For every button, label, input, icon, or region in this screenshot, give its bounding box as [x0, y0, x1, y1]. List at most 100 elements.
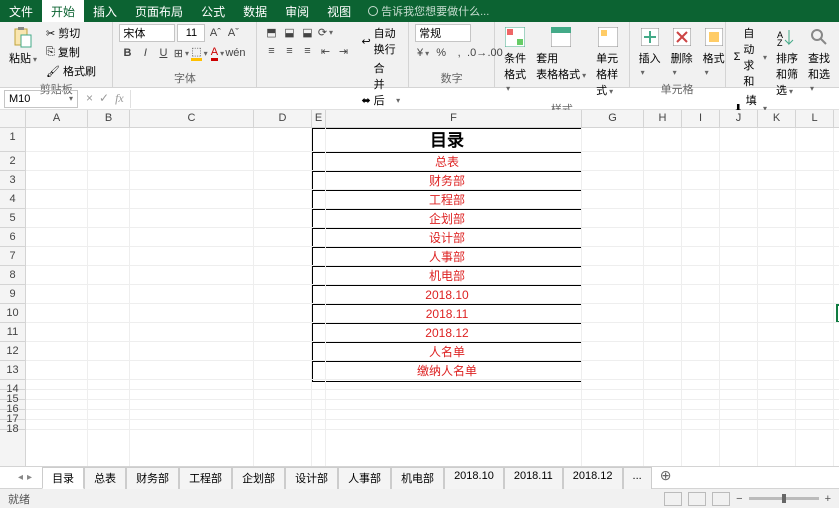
font-size-input[interactable]: [177, 24, 205, 42]
copy-button[interactable]: ⎘复制: [44, 43, 98, 61]
table-format-button[interactable]: 套用 表格格式: [533, 24, 589, 84]
cancel-formula-button[interactable]: ×: [86, 91, 93, 106]
col-header-H[interactable]: H: [644, 110, 682, 127]
col-header-B[interactable]: B: [88, 110, 130, 127]
col-header-G[interactable]: G: [582, 110, 644, 127]
col-header-I[interactable]: I: [682, 110, 720, 127]
row-header-17[interactable]: 17: [0, 410, 25, 420]
underline-button[interactable]: U: [155, 45, 171, 61]
find-select-button[interactable]: 查找和选: [805, 24, 833, 96]
align-left-button[interactable]: ≡: [263, 43, 279, 59]
row-header-3[interactable]: 3: [0, 171, 25, 190]
increase-font-button[interactable]: Aˆ: [207, 25, 223, 41]
zoom-in-button[interactable]: +: [825, 493, 831, 505]
sheet-tab-2018.12[interactable]: 2018.12: [563, 467, 623, 489]
row-header-1[interactable]: 1: [0, 128, 25, 152]
row-header-7[interactable]: 7: [0, 247, 25, 266]
align-bottom-button[interactable]: ⬓: [299, 24, 315, 40]
phonetic-button[interactable]: wén: [227, 45, 243, 61]
sheet-tab-2018.10[interactable]: 2018.10: [444, 467, 504, 489]
orientation-button[interactable]: ⟳: [317, 24, 333, 40]
row-header-18[interactable]: 18: [0, 420, 25, 430]
tab-first-button[interactable]: ◂: [18, 472, 23, 483]
align-right-button[interactable]: ≡: [299, 43, 315, 59]
tab-layout[interactable]: 页面布局: [126, 0, 192, 22]
fill-color-button[interactable]: ⬚: [191, 45, 207, 61]
grid-cells[interactable]: 目录总表财务部工程部企划部设计部人事部机电部2018.102018.112018…: [26, 128, 839, 466]
tell-me[interactable]: 告诉我您想要做什么...: [360, 0, 497, 22]
select-all-corner[interactable]: [0, 110, 26, 127]
comma-button[interactable]: ,: [451, 45, 467, 61]
cut-button[interactable]: ✂剪切: [44, 24, 98, 42]
col-header-L[interactable]: L: [796, 110, 834, 127]
view-break-button[interactable]: [712, 492, 730, 506]
col-header-C[interactable]: C: [130, 110, 254, 127]
row-header-13[interactable]: 13: [0, 361, 25, 380]
align-center-button[interactable]: ≡: [281, 43, 297, 59]
row-header-14[interactable]: 14: [0, 380, 25, 390]
sheet-tab-2018.11[interactable]: 2018.11: [504, 467, 563, 489]
sheet-tab-设计部[interactable]: 设计部: [285, 467, 338, 489]
tab-data[interactable]: 数据: [234, 0, 276, 22]
row-header-9[interactable]: 9: [0, 285, 25, 304]
align-middle-button[interactable]: ⬓: [281, 24, 297, 40]
paste-button[interactable]: 粘贴: [6, 24, 40, 68]
view-layout-button[interactable]: [688, 492, 706, 506]
col-header-E[interactable]: E: [312, 110, 326, 127]
tab-home[interactable]: 开始: [42, 0, 84, 22]
bold-button[interactable]: B: [119, 45, 135, 61]
decrease-font-button[interactable]: Aˇ: [225, 25, 241, 41]
col-header-J[interactable]: J: [720, 110, 758, 127]
indent-dec-button[interactable]: ⇤: [317, 43, 333, 59]
sheet-tab-人事部[interactable]: 人事部: [338, 467, 391, 489]
indent-inc-button[interactable]: ⇥: [335, 43, 351, 59]
row-header-16[interactable]: 16: [0, 400, 25, 410]
name-box[interactable]: M10▾: [4, 90, 78, 108]
format-cells-button[interactable]: 格式: [700, 24, 728, 80]
percent-button[interactable]: %: [433, 45, 449, 61]
row-header-5[interactable]: 5: [0, 209, 25, 228]
tab-view[interactable]: 视图: [318, 0, 360, 22]
italic-button[interactable]: I: [137, 45, 153, 61]
col-header-K[interactable]: K: [758, 110, 796, 127]
wrap-text-button[interactable]: ↩自动换行: [359, 24, 402, 58]
sheet-tab-企划部[interactable]: 企划部: [232, 467, 285, 489]
zoom-out-button[interactable]: −: [736, 493, 742, 505]
new-sheet-button[interactable]: ⊕: [652, 467, 680, 489]
tab-insert[interactable]: 插入: [84, 0, 126, 22]
col-header-A[interactable]: A: [26, 110, 88, 127]
sheet-tab-总表[interactable]: 总表: [84, 467, 126, 489]
row-header-2[interactable]: 2: [0, 152, 25, 171]
border-button[interactable]: ⊞: [173, 45, 189, 61]
tab-review[interactable]: 审阅: [276, 0, 318, 22]
currency-button[interactable]: ¥: [415, 45, 431, 61]
sheet-tab-财务部[interactable]: 财务部: [126, 467, 179, 489]
sheet-tab-机电部[interactable]: 机电部: [391, 467, 444, 489]
row-header-15[interactable]: 15: [0, 390, 25, 400]
sheet-tab-more[interactable]: ...: [623, 467, 652, 489]
row-header-4[interactable]: 4: [0, 190, 25, 209]
sheet-tab-目录[interactable]: 目录: [42, 467, 84, 489]
fx-button[interactable]: fx: [115, 91, 124, 106]
sheet-tab-工程部[interactable]: 工程部: [179, 467, 232, 489]
row-header-10[interactable]: 10: [0, 304, 25, 323]
font-name-input[interactable]: [119, 24, 175, 42]
tab-formula[interactable]: 公式: [192, 0, 234, 22]
format-painter-button[interactable]: 🖌格式刷: [44, 62, 98, 80]
font-color-button[interactable]: A: [209, 45, 225, 61]
tab-prev-button[interactable]: ▸: [27, 472, 32, 483]
col-header-D[interactable]: D: [254, 110, 312, 127]
formula-input[interactable]: [130, 90, 839, 108]
insert-cells-button[interactable]: 插入: [636, 24, 664, 80]
align-top-button[interactable]: ⬒: [263, 24, 279, 40]
row-header-12[interactable]: 12: [0, 342, 25, 361]
row-header-11[interactable]: 11: [0, 323, 25, 342]
row-header-8[interactable]: 8: [0, 266, 25, 285]
enter-formula-button[interactable]: ✓: [99, 91, 109, 106]
delete-cells-button[interactable]: 删除: [668, 24, 696, 80]
number-format-select[interactable]: [415, 24, 471, 42]
inc-decimal-button[interactable]: .0→: [469, 45, 485, 61]
row-header-6[interactable]: 6: [0, 228, 25, 247]
col-header-F[interactable]: F: [326, 110, 582, 127]
view-normal-button[interactable]: [664, 492, 682, 506]
